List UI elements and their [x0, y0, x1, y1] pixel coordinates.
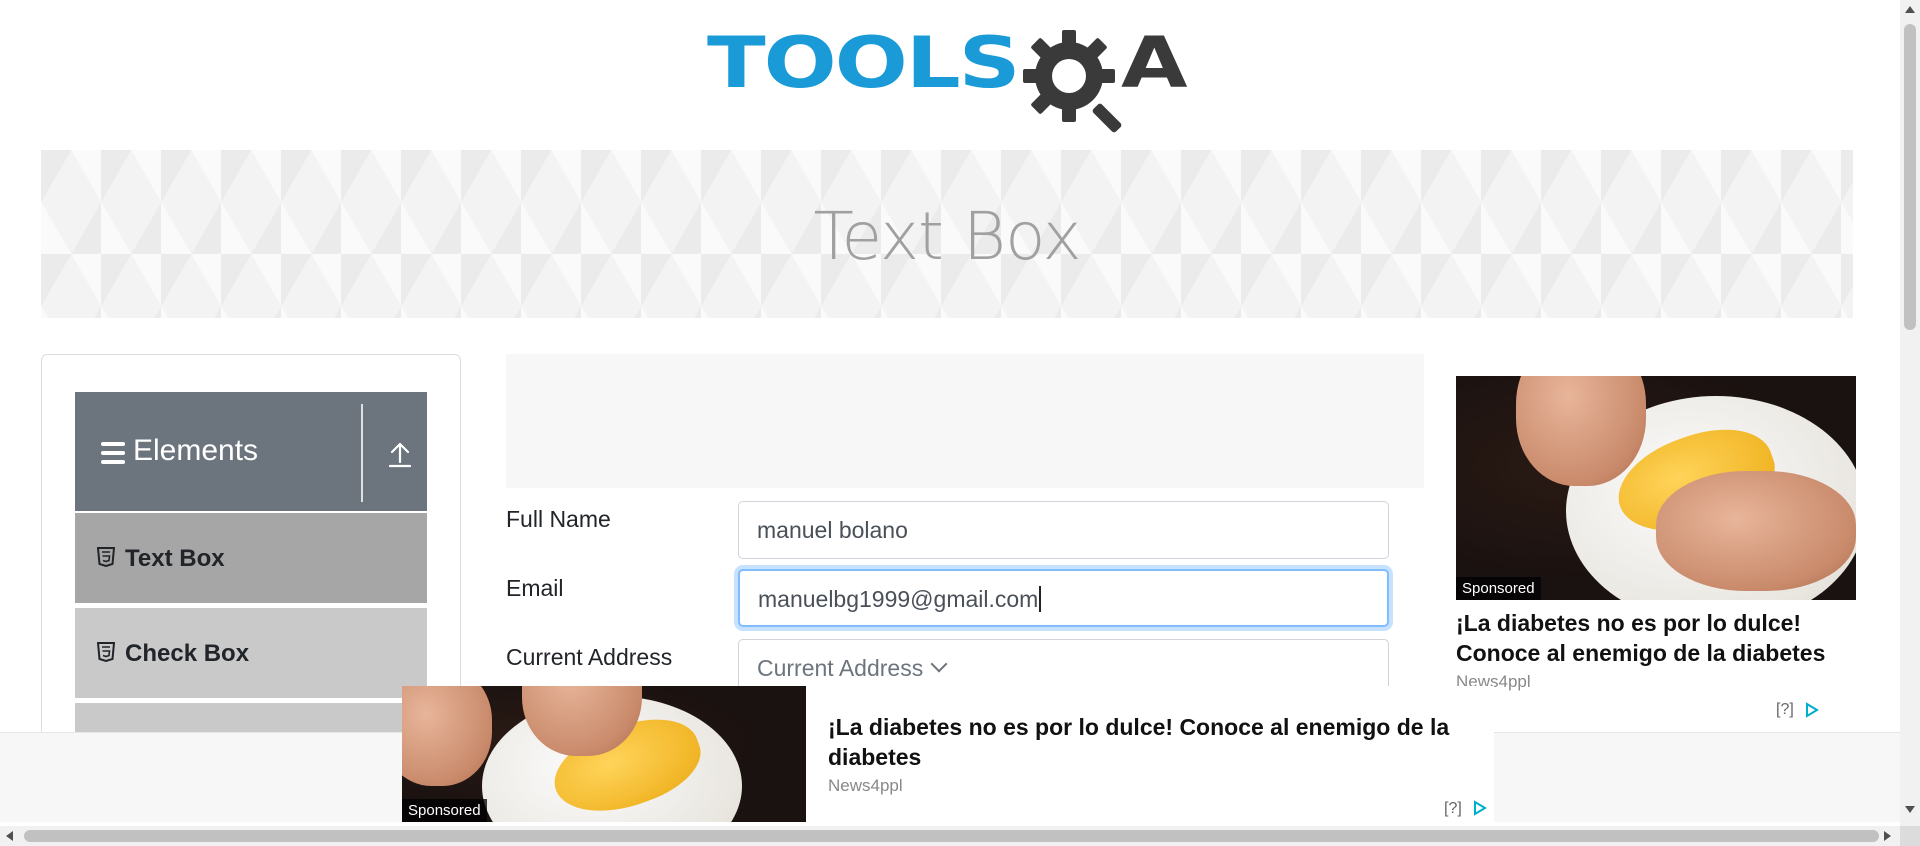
scrollbar-corner [1900, 826, 1920, 846]
scroll-left-arrow[interactable] [6, 831, 13, 841]
chevron-down-icon [930, 655, 948, 673]
vertical-scrollbar[interactable] [1900, 0, 1920, 826]
page-banner: Text Box [41, 150, 1853, 318]
collapse-upload-icon[interactable] [388, 440, 412, 468]
horizontal-scroll-thumb[interactable] [24, 830, 1879, 842]
toolsqa-logo[interactable]: TOOLS A [707, 24, 1191, 134]
horizontal-scrollbar[interactable] [0, 826, 1900, 846]
sidebar-item-text-box[interactable]: Text Box [75, 511, 427, 603]
current-address-placeholder: Current Address [757, 655, 924, 681]
full-name-label: Full Name [506, 506, 611, 532]
full-name-value: manuel bolano [757, 517, 908, 543]
current-address-label: Current Address [506, 644, 673, 670]
scroll-right-arrow[interactable] [1884, 831, 1891, 841]
page-title: Text Box [813, 198, 1081, 275]
hamburger-icon [101, 442, 125, 464]
adchoices-icon[interactable] [1804, 702, 1820, 718]
right-sponsored-ad[interactable]: Sponsored ¡La diabetes no es por lo dulc… [1434, 354, 1856, 726]
sidebar: Elements Text Box Check Box [41, 354, 461, 774]
html5-icon [97, 642, 115, 662]
ad-title[interactable]: ¡La diabetes no es por lo dulce! Conoce … [1456, 608, 1851, 668]
logo-suffix: A [1121, 22, 1188, 105]
ad-title[interactable]: ¡La diabetes no es por lo dulce! Conoce … [828, 712, 1488, 772]
sidebar-group-title: Elements [133, 434, 259, 467]
sidebar-item-check-box[interactable]: Check Box [75, 606, 427, 698]
ad-info-link[interactable]: [?] [1776, 701, 1794, 719]
gear-magnifier-icon [1023, 30, 1122, 133]
sponsored-tag: Sponsored [402, 799, 487, 822]
email-value: manuelbg1999@gmail.com [758, 586, 1039, 612]
ad-placeholder [506, 354, 1424, 488]
divider [361, 404, 363, 502]
full-name-input[interactable]: manuel bolano [738, 501, 1389, 559]
vertical-scroll-thumb[interactable] [1904, 24, 1916, 330]
bottom-sponsored-ad[interactable]: Sponsored ¡La diabetes no es por lo dulc… [402, 686, 1494, 822]
scroll-down-arrow[interactable] [1905, 806, 1915, 813]
sponsored-tag: Sponsored [1456, 577, 1541, 600]
text-caret [1039, 586, 1042, 612]
logo-text: TOOLS [707, 22, 1021, 105]
scroll-up-arrow[interactable] [1905, 6, 1915, 13]
ad-image[interactable]: Sponsored [1456, 376, 1856, 600]
sidebar-item-label: Text Box [125, 545, 225, 572]
sidebar-item-label: Check Box [125, 640, 250, 667]
ad-info-link[interactable]: [?] [1444, 800, 1462, 818]
adchoices-icon[interactable] [1472, 800, 1488, 816]
html5-icon [97, 547, 115, 567]
email-label: Email [506, 575, 564, 601]
ad-image[interactable]: Sponsored [402, 686, 806, 822]
email-input[interactable]: manuelbg1999@gmail.com [738, 569, 1389, 627]
ad-source[interactable]: News4ppl [828, 776, 903, 796]
sidebar-group-elements[interactable]: Elements [75, 392, 427, 513]
